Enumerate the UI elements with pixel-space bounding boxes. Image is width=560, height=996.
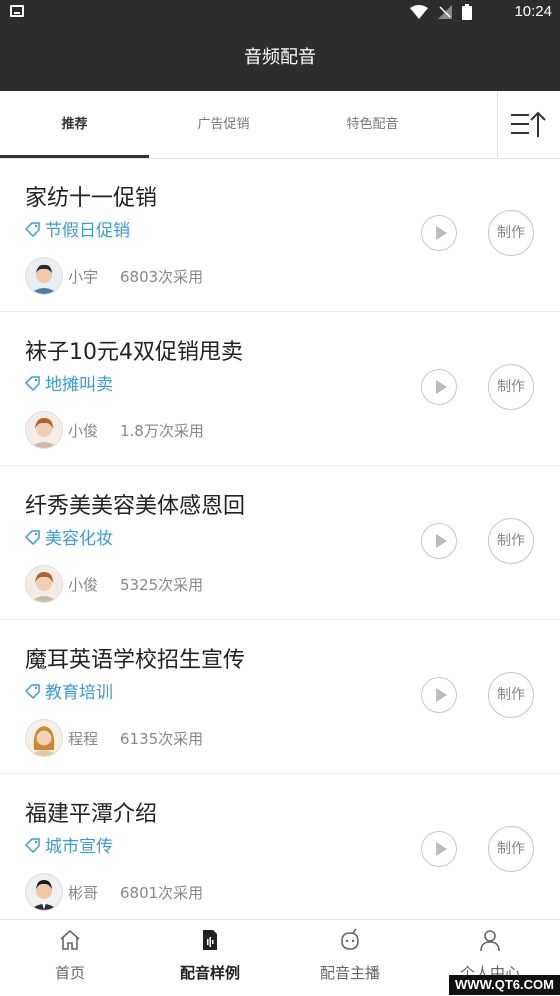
list-item[interactable]: 福建平潭介绍 城市宣传 彬哥 6801次采用 制作 (0, 774, 560, 928)
author-name: 彬哥 (68, 884, 99, 902)
list-item[interactable]: 袜子10元4双促销甩卖 地摊叫卖 小俊 1.8万次采用 制作 (0, 312, 560, 466)
item-tag[interactable]: 城市宣传 (25, 832, 113, 857)
tag-label: 美容化妆 (45, 529, 113, 549)
tag-label: 节假日促销 (45, 221, 130, 241)
nav-label: 首页 (54, 964, 85, 982)
tab-label: 特色配音 (346, 117, 399, 132)
author-name: 程程 (68, 730, 99, 748)
nav-label: 配音主播 (319, 964, 380, 982)
usage-count: 6135次采用 (120, 730, 204, 748)
signal-icon (438, 5, 452, 19)
tab-bar: 推荐 广告促销 特色配音 (0, 91, 560, 159)
tag-icon (25, 529, 40, 545)
tag-icon (25, 683, 40, 699)
author-name: 小俊 (68, 422, 99, 440)
clock: 10:24 (514, 3, 552, 20)
robot-icon (341, 928, 359, 950)
avatar[interactable] (25, 257, 63, 295)
usage-count: 5325次采用 (120, 576, 204, 594)
battery-icon (462, 4, 472, 20)
item-tag[interactable]: 地摊叫卖 (25, 370, 113, 395)
make-button[interactable]: 制作 (488, 672, 534, 718)
watermark: WWW.QT6.COM (449, 975, 560, 995)
audio-file-icon (203, 930, 217, 950)
play-button[interactable] (421, 677, 457, 713)
screenshot-icon (10, 5, 24, 17)
avatar[interactable] (25, 873, 63, 911)
page-title: 音频配音 (0, 24, 560, 91)
avatar-male-icon (26, 412, 62, 448)
play-button[interactable] (421, 215, 457, 251)
tag-label: 教育培训 (45, 683, 113, 703)
make-button[interactable]: 制作 (488, 210, 534, 256)
play-button[interactable] (421, 523, 457, 559)
item-title: 家纺十一促销 (25, 186, 158, 211)
tab-label: 广告促销 (197, 117, 250, 132)
usage-count: 6801次采用 (120, 884, 204, 902)
tag-label: 地摊叫卖 (45, 375, 113, 395)
tab-ad-promotion[interactable]: 广告促销 (149, 91, 298, 158)
play-button[interactable] (421, 369, 457, 405)
nav-label: 配音样例 (179, 964, 240, 982)
tag-label: 城市宣传 (45, 837, 113, 857)
tab-recommend[interactable]: 推荐 (0, 91, 149, 158)
tab-featured-dubbing[interactable]: 特色配音 (298, 91, 447, 158)
nav-home[interactable]: 首页 (0, 920, 140, 996)
tag-icon (25, 837, 40, 853)
home-icon (60, 929, 80, 950)
make-button[interactable]: 制作 (488, 518, 534, 564)
item-title: 纤秀美美容美体感恩回 (25, 494, 246, 519)
item-tag[interactable]: 节假日促销 (25, 216, 130, 241)
list-item[interactable]: 魔耳英语学校招生宣传 教育培训 程程 6135次采用 制作 (0, 620, 560, 774)
tag-icon (25, 221, 40, 237)
play-button[interactable] (421, 831, 457, 867)
sample-list: 家纺十一促销 节假日促销 小宇 6803次采用 制作 袜子10元4双促销甩卖 地… (0, 158, 560, 928)
usage-count: 1.8万次采用 (120, 422, 204, 440)
item-tag[interactable]: 美容化妆 (25, 524, 113, 549)
tab-label: 推荐 (61, 117, 88, 132)
avatar-female-icon (26, 720, 62, 756)
item-tag[interactable]: 教育培训 (25, 678, 113, 703)
nav-voice-actors[interactable]: 配音主播 (280, 920, 420, 996)
item-title: 魔耳英语学校招生宣传 (25, 648, 246, 673)
list-item[interactable]: 纤秀美美容美体感恩回 美容化妆 小俊 5325次采用 制作 (0, 466, 560, 620)
sort-menu-button[interactable] (497, 91, 560, 158)
avatar[interactable] (25, 411, 63, 449)
avatar-male-icon (26, 258, 62, 294)
system-icons (410, 4, 472, 20)
list-item[interactable]: 家纺十一促销 节假日促销 小宇 6803次采用 制作 (0, 158, 560, 312)
avatar[interactable] (25, 719, 63, 757)
make-button[interactable]: 制作 (488, 364, 534, 410)
sort-menu-icon (511, 111, 546, 137)
author-name: 小俊 (68, 576, 99, 594)
item-title: 福建平潭介绍 (25, 802, 158, 827)
status-bar: 10:24 (0, 0, 560, 24)
tag-icon (25, 375, 40, 391)
nav-dubbing-samples[interactable]: 配音样例 (140, 920, 280, 996)
avatar-male-suit-icon (26, 874, 62, 910)
wifi-icon (410, 5, 428, 19)
author-name: 小宇 (68, 268, 99, 286)
usage-count: 6803次采用 (120, 268, 204, 286)
make-button[interactable]: 制作 (488, 826, 534, 872)
avatar[interactable] (25, 565, 63, 603)
user-icon (480, 930, 500, 952)
avatar-male-icon (26, 566, 62, 602)
item-title: 袜子10元4双促销甩卖 (25, 340, 243, 365)
